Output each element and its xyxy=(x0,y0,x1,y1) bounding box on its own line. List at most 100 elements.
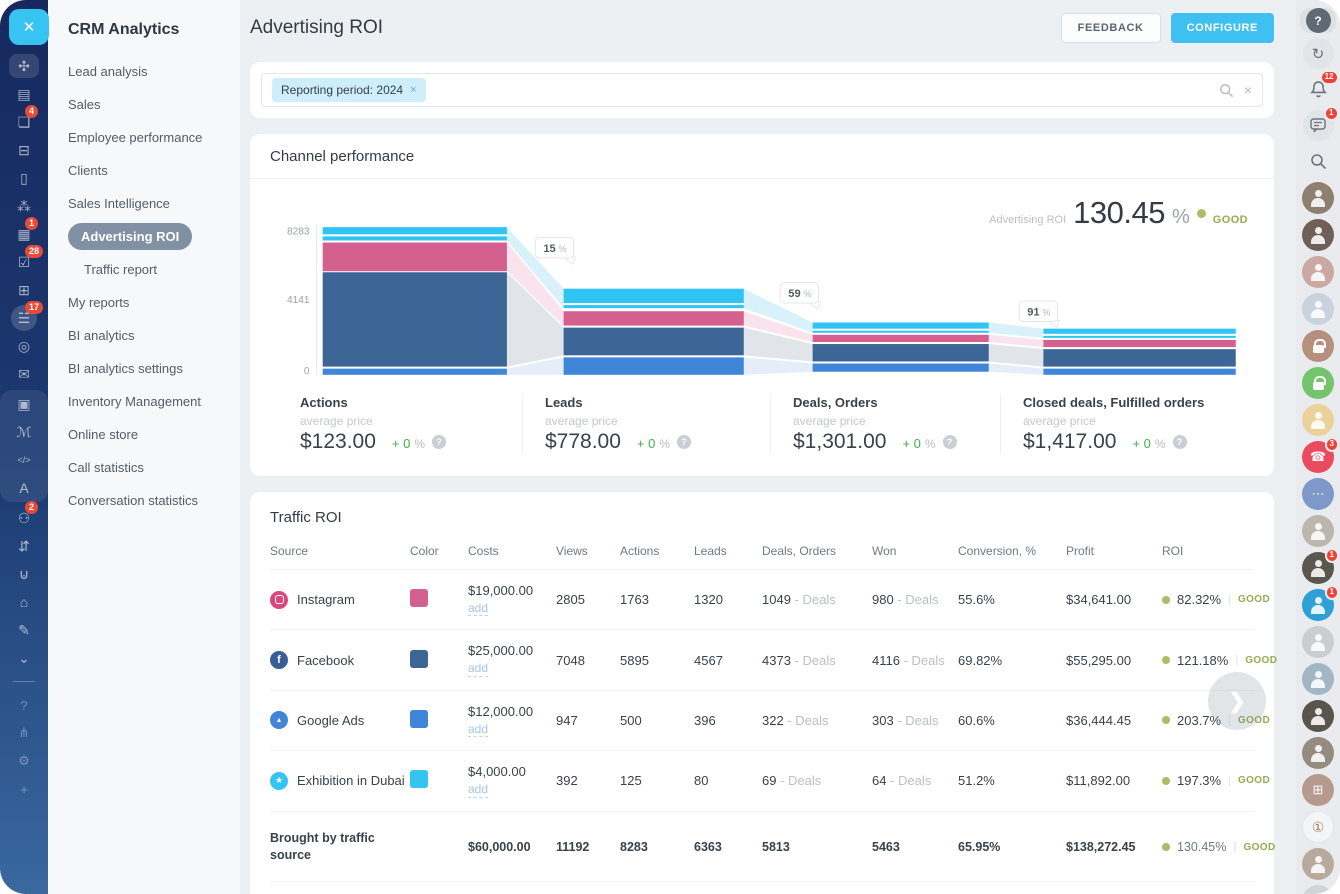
close-menu-button[interactable]: ✕ xyxy=(9,9,49,45)
phone-calls[interactable]: ☎ 3 xyxy=(1302,437,1339,473)
color-swatch[interactable] xyxy=(410,770,428,789)
add-link[interactable]: add xyxy=(468,722,489,738)
avatar-lock-green[interactable] xyxy=(1302,367,1334,399)
search-button[interactable] xyxy=(1303,146,1334,177)
history-button[interactable]: ↻ xyxy=(1302,38,1334,69)
avatar-woman[interactable] xyxy=(1302,626,1334,658)
robot-icon[interactable]: ⚇ 2 xyxy=(0,501,48,532)
feed-icon[interactable]: ▤ xyxy=(0,80,48,108)
help-icon[interactable]: ? xyxy=(677,435,692,449)
tasks-icon[interactable]: ☑ 28 xyxy=(0,245,48,276)
messenger-icon[interactable]: ❏ 4 xyxy=(0,105,48,136)
sidebar-item-traffic-report[interactable]: Traffic report xyxy=(48,253,240,286)
avatar-curly2[interactable] xyxy=(1302,663,1334,695)
sidebar-item-clients[interactable]: Clients xyxy=(48,154,240,187)
pen-icon[interactable]: ✎ xyxy=(0,616,48,644)
avatar-dark-photo[interactable] xyxy=(1302,700,1334,732)
contact-card-icon[interactable]: ⊞ xyxy=(0,276,48,304)
sidebar-item-sales-intelligence[interactable]: Sales Intelligence xyxy=(48,187,240,220)
sidebar-item-bi-analytics-settings[interactable]: BI analytics settings xyxy=(48,352,240,385)
share-icon[interactable]: ⋔ xyxy=(0,719,48,747)
col-views[interactable]: Views xyxy=(556,532,620,570)
col-source[interactable]: Source xyxy=(270,532,410,570)
col-roi[interactable]: ROI xyxy=(1162,532,1254,570)
col-actions[interactable]: Actions xyxy=(620,532,694,570)
color-swatch[interactable] xyxy=(410,709,428,728)
sidebar-item-online-store[interactable]: Online store xyxy=(48,418,240,451)
col-deals[interactable]: Deals, Orders xyxy=(762,532,872,570)
color-swatch[interactable] xyxy=(410,649,428,668)
sidebar-item-advertising-roi[interactable]: Advertising ROI xyxy=(68,223,193,250)
help-icon[interactable]: ? xyxy=(432,435,447,449)
help-icon[interactable]: ? xyxy=(1172,435,1187,449)
avatar-city[interactable]: 1 xyxy=(1302,585,1339,621)
target-icon[interactable]: ◎ xyxy=(0,332,48,360)
document-icon[interactable]: ▯ xyxy=(0,164,48,192)
avatar-grayhair[interactable] xyxy=(1302,515,1334,547)
avatar-glasses[interactable] xyxy=(1302,737,1334,769)
avatar-birthday[interactable]: ① xyxy=(1302,811,1334,843)
funnel-chart[interactable]: 82834141015 %59 %91% xyxy=(266,221,1258,383)
product-box-icon[interactable]: ▣ xyxy=(0,390,48,418)
search-icon[interactable] xyxy=(1219,83,1234,98)
avatar-curly-hair[interactable] xyxy=(1302,219,1334,251)
sidebar-item-lead-analysis[interactable]: Lead analysis xyxy=(48,55,240,88)
add-link[interactable]: add xyxy=(468,601,489,617)
chevron-down-icon[interactable]: ⌄ xyxy=(0,644,48,672)
help-button[interactable]: ? xyxy=(1300,8,1336,33)
avatar-camera-man[interactable]: 1 xyxy=(1302,548,1339,584)
add-link[interactable]: add xyxy=(468,661,489,677)
chip-close-icon[interactable]: × xyxy=(410,84,416,96)
pinwheel-icon[interactable]: ✣ xyxy=(0,52,48,80)
letter-a-icon[interactable]: A xyxy=(0,474,48,502)
store-icon[interactable]: ⌂ xyxy=(0,588,48,616)
cart-icon[interactable]: ⊍ xyxy=(0,560,48,588)
col-won[interactable]: Won xyxy=(872,532,958,570)
filter-search-input[interactable]: Reporting period: 2024 × × xyxy=(261,73,1263,107)
configure-button[interactable]: CONFIGURE xyxy=(1170,13,1274,43)
notifications-button[interactable]: 12 xyxy=(1303,70,1339,105)
sidebar-item-my-reports[interactable]: My reports xyxy=(48,286,240,319)
feedback-button[interactable]: FEEDBACK xyxy=(1060,13,1161,43)
users-icon[interactable]: ⁂ xyxy=(0,192,48,220)
avatar-dog[interactable] xyxy=(1302,256,1334,288)
scroll-right-button[interactable]: ❯ xyxy=(1208,672,1266,730)
sidebar-item-bi-analytics[interactable]: BI analytics xyxy=(48,319,240,352)
marketing-icon[interactable]: ℳ xyxy=(0,418,48,446)
avatar-man[interactable] xyxy=(1302,182,1334,214)
sliders-icon[interactable]: ⇵ xyxy=(0,532,48,560)
avatar-shirt-man[interactable] xyxy=(1302,293,1334,325)
plus-icon[interactable]: + xyxy=(0,775,48,803)
calendar-icon[interactable]: ▦ 1 xyxy=(0,217,48,248)
add-link[interactable]: add xyxy=(468,782,489,798)
col-conversion[interactable]: Conversion, % xyxy=(958,532,1066,570)
filter-chip-reporting-period[interactable]: Reporting period: 2024 × xyxy=(272,78,426,102)
clear-filter-icon[interactable]: × xyxy=(1244,82,1252,98)
col-leads[interactable]: Leads xyxy=(694,532,762,570)
avatar-partial[interactable] xyxy=(1302,885,1334,894)
chat-lines-button[interactable]: 1 xyxy=(1302,106,1339,141)
color-swatch[interactable] xyxy=(410,589,428,608)
business-card[interactable]: ⊞ xyxy=(1302,774,1334,806)
sidebar-item-inventory-management[interactable]: Inventory Management xyxy=(48,385,240,418)
col-profit[interactable]: Profit xyxy=(1066,532,1162,570)
badge: 1 xyxy=(1324,548,1339,563)
actions-value: 125 xyxy=(620,750,694,812)
inbox-icon[interactable]: ⊟ xyxy=(0,136,48,164)
gear-icon[interactable]: ⚙ xyxy=(0,747,48,775)
code-icon[interactable]: </> xyxy=(0,446,48,474)
avatar-oldman[interactable] xyxy=(1302,848,1334,880)
col-color[interactable]: Color xyxy=(410,532,468,570)
sidebar-item-sales[interactable]: Sales xyxy=(48,88,240,121)
filter-icon[interactable]: ☱ 17 xyxy=(0,301,48,332)
sidebar-item-employee-performance[interactable]: Employee performance xyxy=(48,121,240,154)
col-costs[interactable]: Costs xyxy=(468,532,556,570)
sidebar-item-call-statistics[interactable]: Call statistics xyxy=(48,451,240,484)
help-icon[interactable]: ? xyxy=(942,435,957,449)
help-icon[interactable]: ? xyxy=(0,691,48,719)
mail-icon[interactable]: ✉ xyxy=(0,360,48,388)
sidebar-item-conversation-statistics[interactable]: Conversation statistics xyxy=(48,484,240,517)
avatar-lock-brown[interactable] xyxy=(1302,330,1334,362)
avatar-fruit[interactable] xyxy=(1302,404,1334,436)
chat-group[interactable]: ⋯ xyxy=(1302,478,1334,510)
